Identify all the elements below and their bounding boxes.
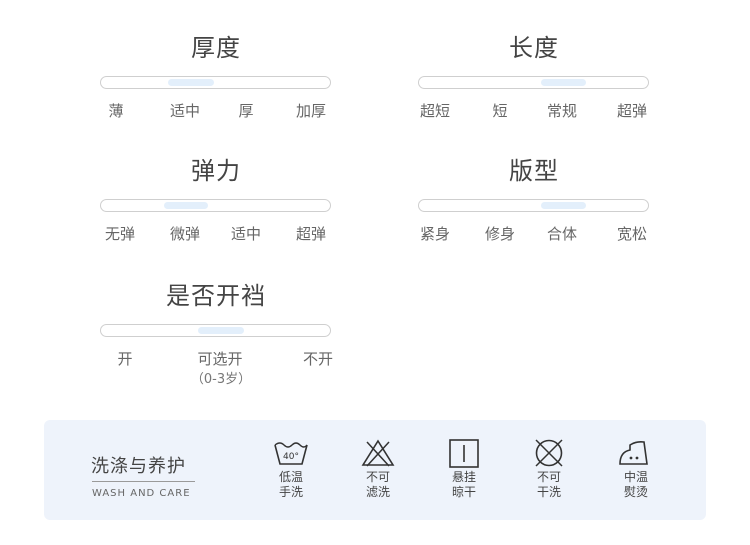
care-item-no-bleach: 不可 滤洗 (348, 438, 408, 500)
care-item-low-temp-hand-wash: 40° 低温 手洗 (261, 438, 321, 500)
length-option: 短 (492, 102, 508, 120)
wash-care-title: 洗涤与养护 (91, 456, 186, 477)
fit-option: 紧身 (419, 225, 451, 243)
care-item-label: 低温 手洗 (278, 470, 303, 499)
care-item-hang-dry: 悬挂 晾干 (434, 438, 494, 500)
fit-option: 宽松 (616, 225, 648, 243)
fit-option: 合体 (546, 225, 578, 243)
elasticity-title: 弹力 (191, 157, 241, 185)
care-item-medium-iron: 中温 熨烫 (606, 438, 666, 500)
wash-40-icon: 40° (274, 442, 308, 465)
no-bleach-icon (361, 439, 395, 467)
fit-option: 修身 (484, 225, 516, 243)
elasticity-option: 微弹 (169, 225, 201, 243)
crotch-opening-indicator (198, 327, 244, 334)
crotch-opening-slider (100, 324, 331, 337)
hang-dry-icon (449, 439, 479, 468)
length-option: 超短 (419, 102, 451, 120)
crotch-opening-option: 不开 (302, 350, 334, 368)
length-option: 超弹 (616, 102, 648, 120)
crotch-opening-option: 可选开 (197, 350, 243, 368)
wash-care-divider (92, 481, 195, 482)
thickness-option: 薄 (108, 102, 124, 120)
length-slider (418, 76, 649, 89)
elasticity-option: 超弹 (295, 225, 327, 243)
fit-title: 版型 (509, 157, 559, 185)
elasticity-option: 适中 (230, 225, 262, 243)
care-item-label: 中温 熨烫 (623, 470, 648, 499)
elasticity-slider (100, 199, 331, 212)
length-option: 常规 (546, 102, 578, 120)
care-item-no-dry-clean: 不可 干洗 (519, 438, 579, 500)
care-item-label: 不可 干洗 (536, 470, 561, 499)
svg-text:40°: 40° (283, 452, 299, 462)
fit-slider (418, 199, 649, 212)
fit-indicator (541, 202, 586, 209)
iron-medium-icon (619, 441, 648, 465)
thickness-option: 适中 (169, 102, 201, 120)
thickness-option: 加厚 (295, 102, 327, 120)
thickness-attribute: 厚度 薄 适中 厚 加厚 (100, 28, 332, 138)
fit-attribute: 版型 紧身 修身 合体 宽松 (418, 151, 650, 261)
wash-care-subtitle: WASH AND CARE (92, 488, 191, 499)
elasticity-attribute: 弹力 无弹 微弹 适中 超弹 (100, 151, 332, 261)
crotch-opening-attribute: 是否开裆 开 可选开 不开 （0-3岁） (100, 276, 334, 401)
thickness-indicator (168, 79, 214, 86)
length-title: 长度 (509, 34, 559, 62)
wash-care-panel: 洗涤与养护 WASH AND CARE 40° 低温 手洗 不可 滤洗 悬挂 晾… (44, 420, 706, 520)
elasticity-option: 无弹 (104, 225, 136, 243)
length-attribute: 长度 超短 短 常规 超弹 (418, 28, 650, 138)
thickness-title: 厚度 (191, 34, 241, 62)
elasticity-indicator (164, 202, 208, 209)
length-indicator (541, 79, 586, 86)
crotch-opening-title: 是否开裆 (166, 282, 266, 310)
no-dry-clean-icon (535, 439, 563, 467)
care-item-label: 悬挂 晾干 (451, 470, 476, 499)
crotch-opening-option: 开 (117, 350, 133, 368)
crotch-opening-age-note: （0-3岁） (190, 372, 252, 387)
care-item-label: 不可 滤洗 (365, 470, 390, 499)
thickness-slider (100, 76, 331, 89)
thickness-option: 厚 (238, 102, 254, 120)
